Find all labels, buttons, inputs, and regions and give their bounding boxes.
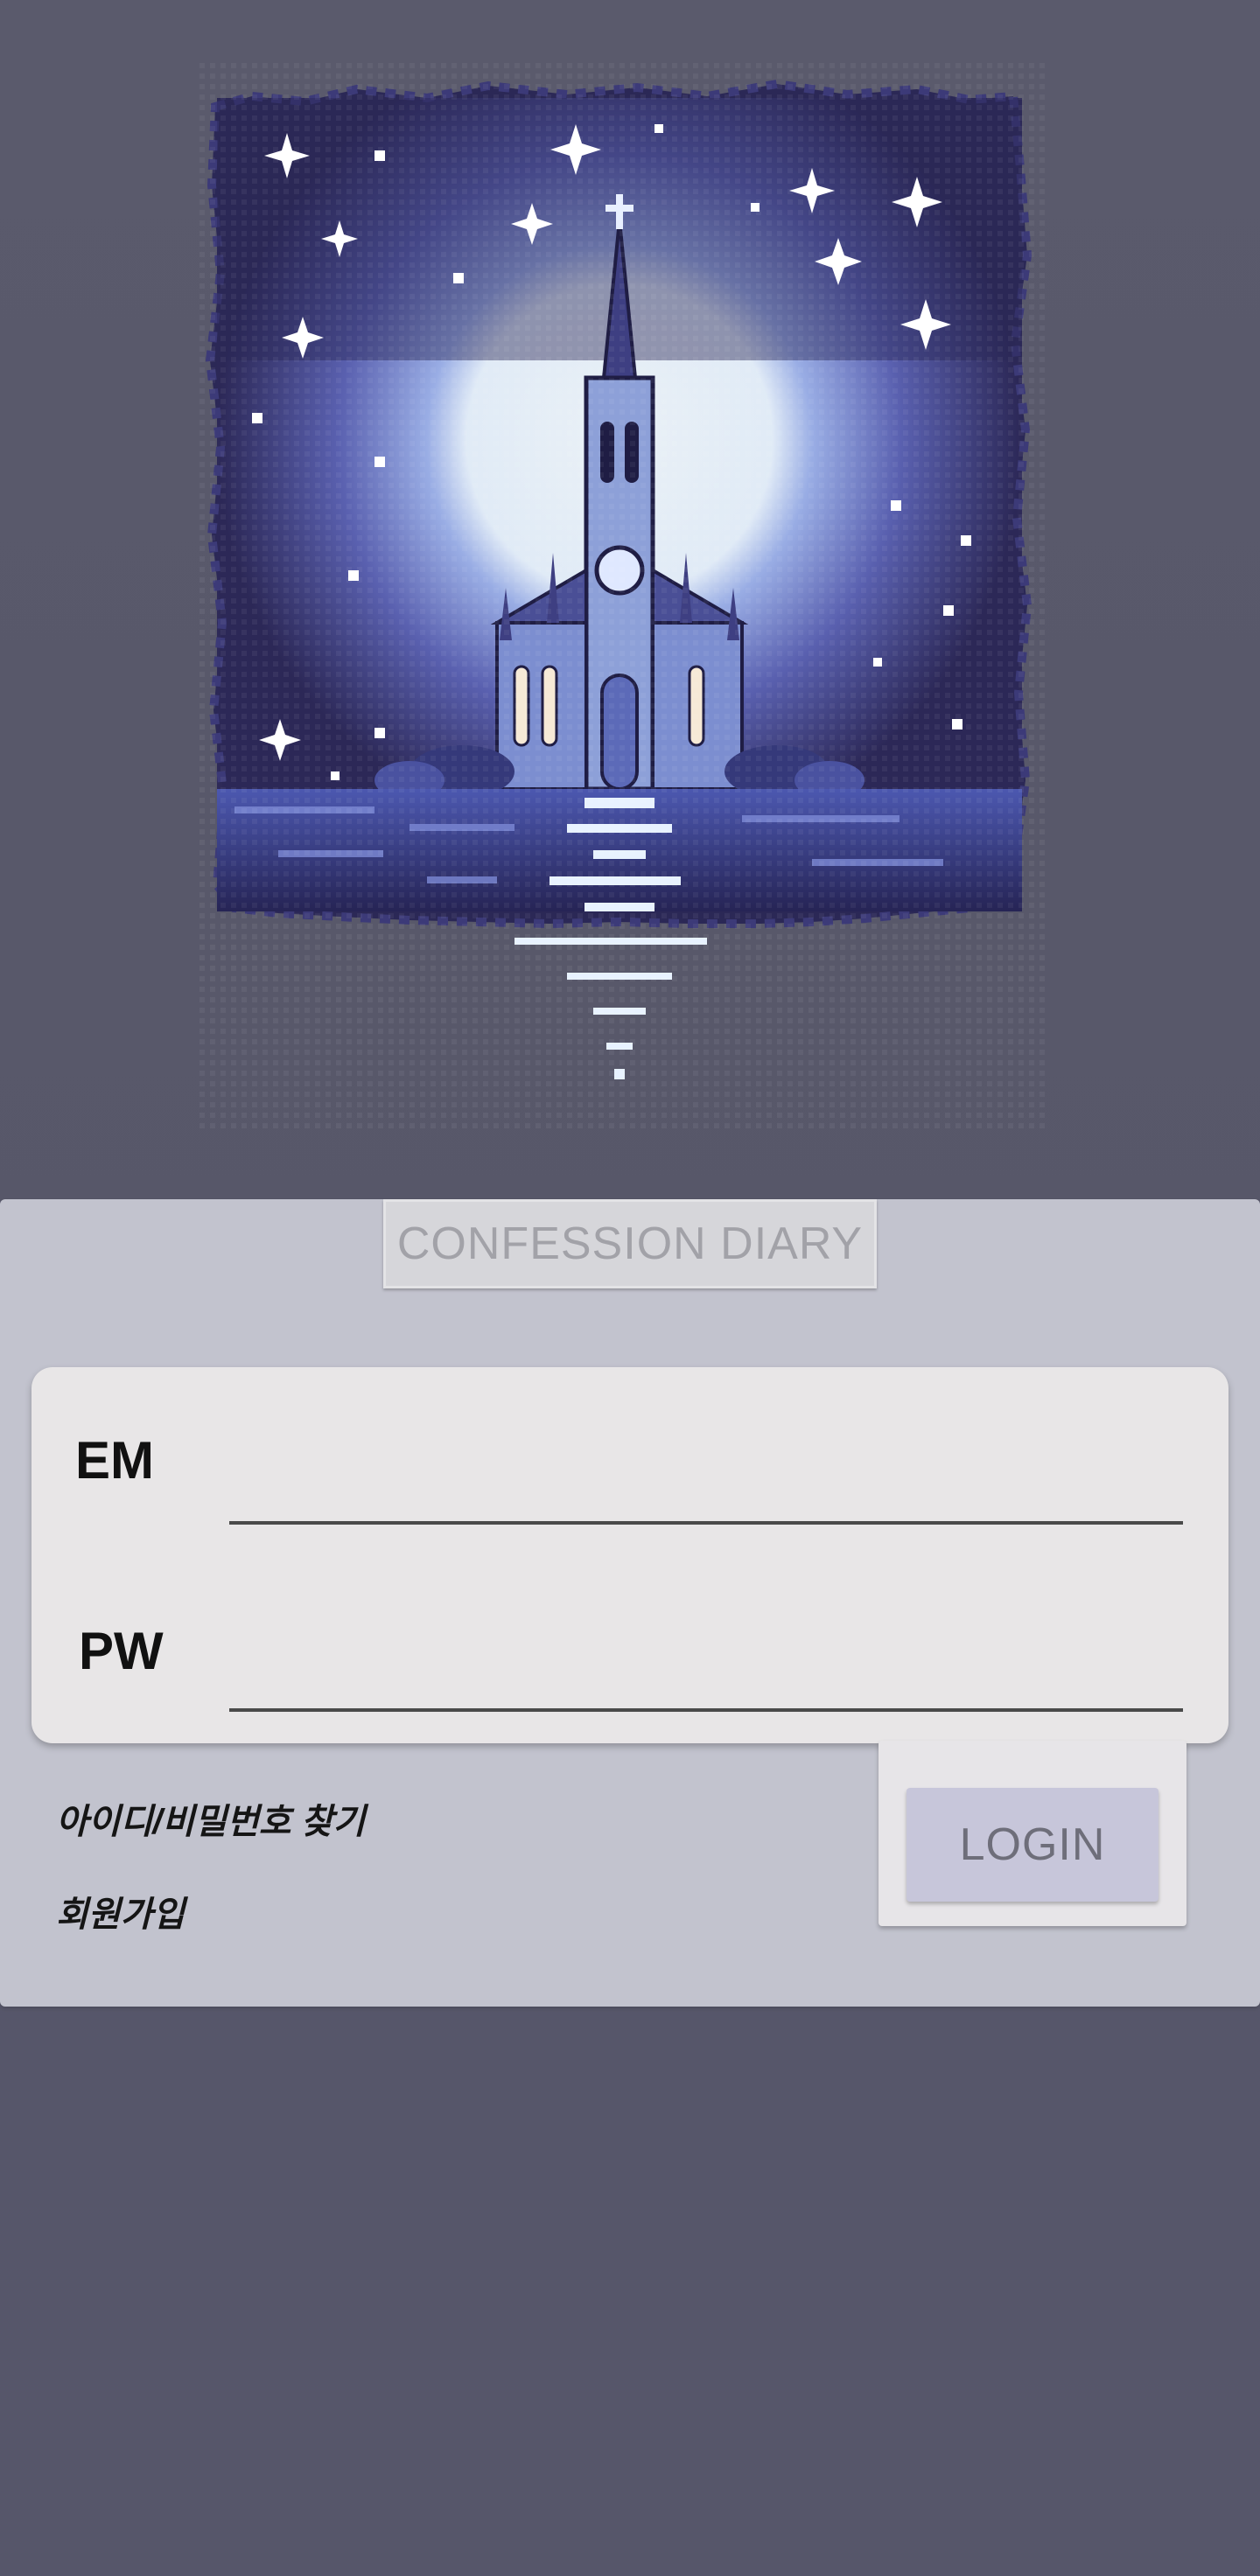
cathedral-artwork (200, 63, 1048, 1130)
login-form-card: EM PW (32, 1367, 1228, 1743)
app-title: CONFESSION DIARY (383, 1199, 877, 1288)
email-label: EM (75, 1431, 154, 1490)
login-button[interactable]: LOGIN (906, 1788, 1158, 1902)
find-account-link[interactable]: 아이디/비밀번호 찾기 (56, 1793, 365, 1844)
email-field[interactable] (229, 1446, 1183, 1525)
password-field[interactable] (229, 1633, 1183, 1712)
password-label: PW (79, 1622, 164, 1680)
signup-link[interactable]: 회원가입 (56, 1886, 185, 1937)
login-button-container: LOGIN (878, 1741, 1186, 1926)
